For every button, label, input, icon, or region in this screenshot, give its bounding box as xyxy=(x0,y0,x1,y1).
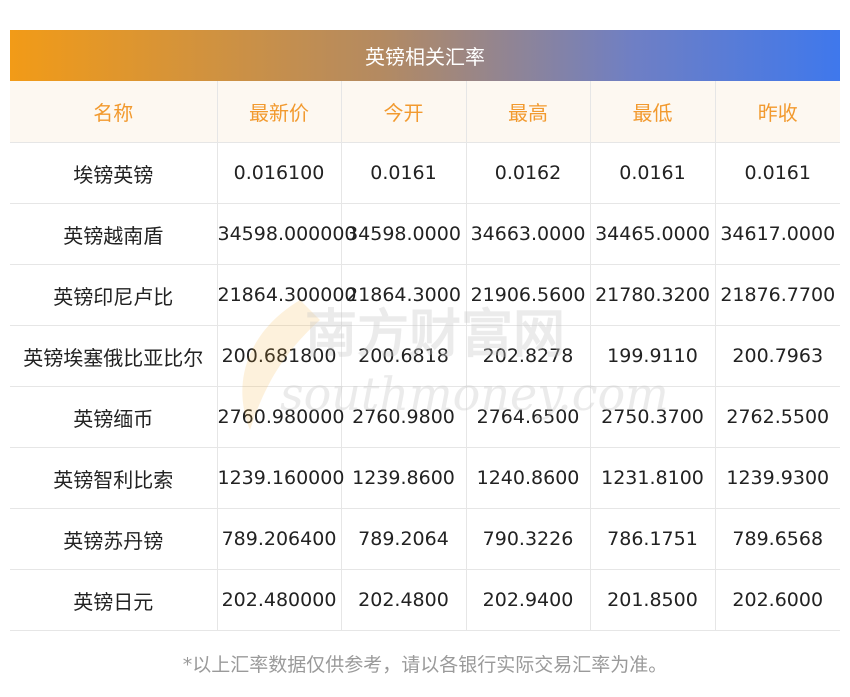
prev-close-price: 21876.7700 xyxy=(715,264,840,326)
latest-price: 1239.160000 xyxy=(217,447,344,509)
currency-name: 英镑印尼卢比 xyxy=(10,264,218,326)
open-price: 0.0161 xyxy=(341,142,467,204)
latest-price: 0.016100 xyxy=(217,142,342,204)
low-price: 199.9110 xyxy=(590,325,716,387)
prev-close-price: 200.7963 xyxy=(715,325,840,387)
currency-name: 英镑埃塞俄比亚比尔 xyxy=(10,325,218,387)
open-price: 789.2064 xyxy=(341,508,467,570)
open-price: 2760.9800 xyxy=(341,386,467,448)
high-price: 202.8278 xyxy=(466,325,591,387)
latest-price: 34598.000000 xyxy=(217,203,357,265)
prev-close-price: 2762.5500 xyxy=(715,386,840,448)
high-price: 1240.8600 xyxy=(466,447,591,509)
low-price: 34465.0000 xyxy=(590,203,716,265)
table-row: 英镑日元 202.480000 202.4800 202.9400 201.85… xyxy=(10,569,840,631)
prev-close-price: 789.6568 xyxy=(715,508,840,570)
latest-price: 21864.300000 xyxy=(217,264,357,326)
header-high: 最高 xyxy=(466,81,591,143)
low-price: 786.1751 xyxy=(590,508,716,570)
table-row: 英镑印尼卢比 21864.300000 21864.3000 21906.560… xyxy=(10,264,840,326)
prev-close-price: 202.6000 xyxy=(715,569,840,631)
open-price: 202.4800 xyxy=(341,569,467,631)
currency-name: 埃镑英镑 xyxy=(10,142,218,204)
high-price: 2764.6500 xyxy=(466,386,591,448)
latest-price: 202.480000 xyxy=(217,569,342,631)
table-title: 英镑相关汇率 xyxy=(10,30,840,81)
currency-name: 英镑越南盾 xyxy=(10,203,218,265)
high-price: 0.0162 xyxy=(466,142,591,204)
table-row: 埃镑英镑 0.016100 0.0161 0.0162 0.0161 0.016… xyxy=(10,142,840,204)
low-price: 1231.8100 xyxy=(590,447,716,509)
table-row: 英镑越南盾 34598.000000 34598.0000 34663.0000… xyxy=(10,203,840,265)
prev-close-price: 1239.9300 xyxy=(715,447,840,509)
open-price: 21864.3000 xyxy=(341,264,467,326)
table-row: 英镑埃塞俄比亚比尔 200.681800 200.6818 202.8278 1… xyxy=(10,325,840,387)
high-price: 790.3226 xyxy=(466,508,591,570)
latest-price: 2760.980000 xyxy=(217,386,344,448)
prev-close-price: 0.0161 xyxy=(715,142,840,204)
prev-close-price: 34617.0000 xyxy=(715,203,840,265)
low-price: 21780.3200 xyxy=(590,264,716,326)
open-price: 200.6818 xyxy=(341,325,467,387)
high-price: 202.9400 xyxy=(466,569,591,631)
latest-price: 789.206400 xyxy=(217,508,342,570)
currency-name: 英镑苏丹镑 xyxy=(10,508,218,570)
table-row: 英镑缅币 2760.980000 2760.9800 2764.6500 275… xyxy=(10,386,840,448)
low-price: 201.8500 xyxy=(590,569,716,631)
low-price: 2750.3700 xyxy=(590,386,716,448)
table-row: 英镑苏丹镑 789.206400 789.2064 790.3226 786.1… xyxy=(10,508,840,570)
currency-name: 英镑日元 xyxy=(10,569,218,631)
header-prev-close: 昨收 xyxy=(715,81,840,143)
currency-name: 英镑智利比索 xyxy=(10,447,218,509)
header-low: 最低 xyxy=(590,81,716,143)
header-open: 今开 xyxy=(341,81,467,143)
open-price: 1239.8600 xyxy=(341,447,467,509)
open-price: 34598.0000 xyxy=(341,203,467,265)
low-price: 0.0161 xyxy=(590,142,716,204)
header-name: 名称 xyxy=(10,81,218,143)
disclaimer-footnote: *以上汇率数据仅供参考，请以各银行实际交易汇率为准。 xyxy=(182,654,668,676)
header-latest-price: 最新价 xyxy=(217,81,342,143)
latest-price: 200.681800 xyxy=(217,325,342,387)
currency-name: 英镑缅币 xyxy=(10,386,218,448)
table-row: 英镑智利比索 1239.160000 1239.8600 1240.8600 1… xyxy=(10,447,840,509)
exchange-rate-table: 名称 最新价 今开 最高 最低 昨收 埃镑英镑 0.016100 0.0161 … xyxy=(10,81,840,631)
high-price: 34663.0000 xyxy=(466,203,591,265)
table-header-row: 名称 最新价 今开 最高 最低 昨收 xyxy=(10,81,840,143)
high-price: 21906.5600 xyxy=(466,264,591,326)
